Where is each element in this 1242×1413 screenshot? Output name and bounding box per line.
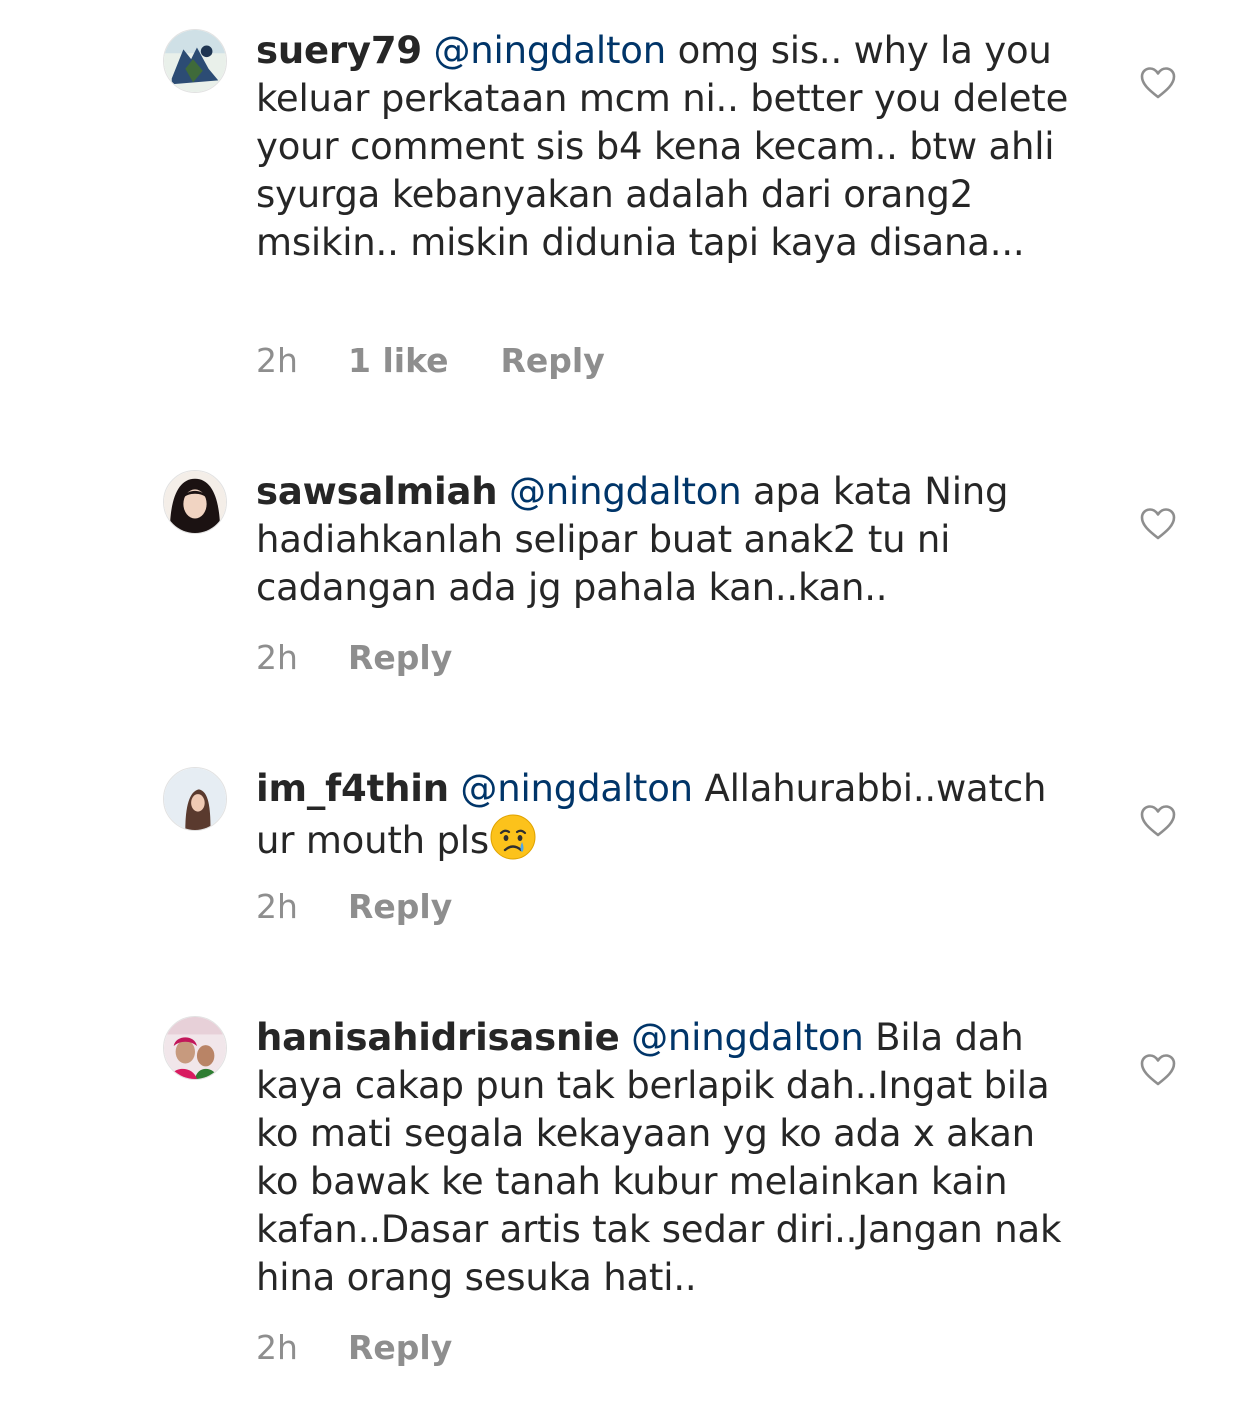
crying-face-emoji	[489, 813, 537, 861]
comment-text: hanisahidrisasnie @ningdalton Bila dah k…	[256, 1014, 1086, 1302]
comment-text: suery79 @ningdalton omg sis.. why la you…	[256, 27, 1086, 267]
avatar[interactable]	[163, 470, 227, 534]
comment-meta: 2h Reply	[256, 637, 452, 677]
comment-meta: 2h 1 like Reply	[256, 340, 605, 380]
comment-likes[interactable]: 1 like	[348, 341, 449, 380]
comment-time: 2h	[256, 1327, 298, 1367]
heart-icon[interactable]	[1139, 507, 1177, 541]
comment-username[interactable]: im_f4thin	[256, 767, 449, 810]
reply-button[interactable]: Reply	[348, 1328, 452, 1367]
comment-mention[interactable]: @ningdalton	[509, 470, 742, 513]
avatar[interactable]	[163, 29, 227, 93]
comment-time: 2h	[256, 637, 298, 677]
comment-username[interactable]: hanisahidrisasnie	[256, 1016, 620, 1059]
comment-time: 2h	[256, 886, 298, 926]
reply-button[interactable]: Reply	[348, 887, 452, 926]
comment-mention[interactable]: @ningdalton	[631, 1016, 864, 1059]
comment-time: 2h	[256, 340, 298, 380]
avatar[interactable]	[163, 1016, 227, 1080]
comment-text: sawsalmiah @ningdalton apa kata Ning had…	[256, 468, 1086, 612]
heart-icon[interactable]	[1139, 66, 1177, 100]
comment-meta: 2h Reply	[256, 1327, 452, 1367]
comment-text: im_f4thin @ningdalton Allahurabbi..watch…	[256, 765, 1086, 865]
reply-button[interactable]: Reply	[348, 638, 452, 677]
comment-mention[interactable]: @ningdalton	[433, 29, 666, 72]
reply-button[interactable]: Reply	[501, 341, 605, 380]
comment-username[interactable]: suery79	[256, 29, 422, 72]
comment-meta: 2h Reply	[256, 886, 452, 926]
heart-icon[interactable]	[1139, 804, 1177, 838]
heart-icon[interactable]	[1139, 1053, 1177, 1087]
comment-mention[interactable]: @ningdalton	[460, 767, 693, 810]
comment-username[interactable]: sawsalmiah	[256, 470, 498, 513]
avatar[interactable]	[163, 767, 227, 831]
